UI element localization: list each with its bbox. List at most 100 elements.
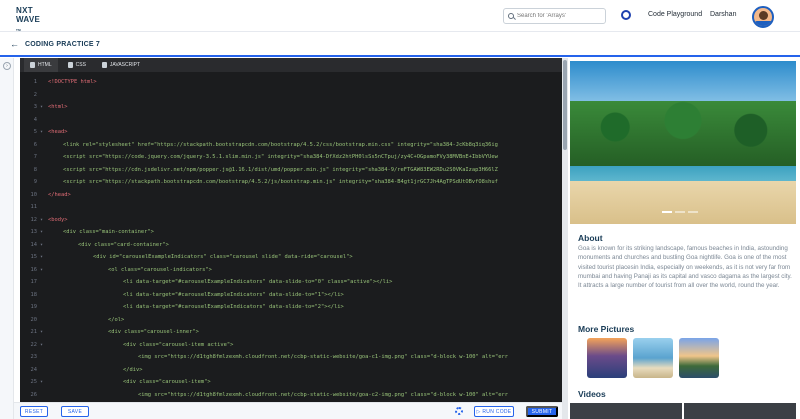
- code-line[interactable]: 19 <li data-target="#carouselExampleIndic…: [20, 301, 562, 314]
- code-text: <head>: [48, 129, 68, 136]
- fold-toggle-icon[interactable]: ▾: [40, 379, 48, 385]
- avatar-badge-icon: [755, 21, 772, 26]
- video-thumbnail[interactable]: [684, 403, 796, 419]
- code-line[interactable]: 7 <script src="https://code.jquery.com/jq…: [20, 151, 562, 164]
- code-line[interactable]: 16 ▾ <ol class="carousel-indicators">: [20, 264, 562, 277]
- code-line[interactable]: 8 <script src="https://cdn.jsdelivr.net/n…: [20, 164, 562, 177]
- fold-toggle-icon[interactable]: ▾: [40, 329, 48, 335]
- line-number: 26: [30, 391, 38, 398]
- line-number: 11: [30, 204, 38, 211]
- tab-html[interactable]: HTML: [24, 58, 58, 72]
- line-number: 22: [30, 341, 38, 348]
- goa-carousel-image[interactable]: [570, 61, 796, 224]
- back-arrow-icon[interactable]: ←: [10, 39, 19, 49]
- code-line[interactable]: 21 ▾ <div class="carousel-inner">: [20, 326, 562, 339]
- fold-toggle-icon[interactable]: ▾: [40, 254, 48, 260]
- thumbnail-image: [587, 338, 627, 378]
- run-code-button[interactable]: ▷ RUN CODE: [474, 406, 514, 417]
- line-number: 13: [30, 229, 38, 236]
- carousel-beach: [570, 181, 796, 224]
- code-line[interactable]: 1 <!DOCTYPE html>: [20, 76, 562, 89]
- code-line[interactable]: 3 ▾ <html>: [20, 101, 562, 114]
- code-text: <li data-target="#carouselExampleIndicat…: [123, 291, 344, 298]
- scrollbar-thumb[interactable]: [563, 60, 567, 150]
- search-icon: [508, 13, 514, 19]
- code-text: <script src="https://stackpath.bootstrap…: [63, 179, 498, 186]
- editor-action-bar: RESET SAVE ▷ RUN CODE SUBMIT: [14, 402, 562, 419]
- code-line[interactable]: 18 <li data-target="#carouselExampleIndic…: [20, 289, 562, 302]
- videos-heading: Videos: [578, 389, 606, 399]
- fold-toggle-icon[interactable]: ▾: [40, 229, 48, 235]
- code-line[interactable]: 14 ▾ <div class="card-container">: [20, 239, 562, 252]
- code-editor[interactable]: HTML CSS JAVASCRIPT 1 <!DOCTYPE html> 2 3 ▾ <…: [20, 58, 562, 402]
- code-line[interactable]: 12 ▾ <body>: [20, 214, 562, 227]
- settings-gear-icon[interactable]: [455, 407, 463, 415]
- fold-toggle-icon[interactable]: ▾: [40, 242, 48, 248]
- code-line[interactable]: 5 ▾ <head>: [20, 126, 562, 139]
- code-line[interactable]: 15 ▾ <div id="carouselExampleIndicators" c…: [20, 251, 562, 264]
- expand-panel-icon[interactable]: ›: [3, 62, 11, 70]
- code-line[interactable]: 23 <img src="https://d1tgh8fmlzexmh.cloud…: [20, 351, 562, 364]
- thumbnail-image: [633, 338, 673, 378]
- tab-javascript[interactable]: JAVASCRIPT: [96, 58, 146, 72]
- timer-icon[interactable]: [621, 10, 631, 20]
- fold-toggle-icon[interactable]: ▾: [40, 217, 48, 223]
- run-code-label: RUN CODE: [482, 408, 512, 415]
- search-box[interactable]: [503, 8, 606, 24]
- save-button[interactable]: SAVE: [61, 406, 89, 417]
- fold-toggle-icon[interactable]: ▾: [40, 342, 48, 348]
- fold-toggle-icon[interactable]: ▾: [40, 104, 48, 110]
- code-line[interactable]: 24 </div>: [20, 364, 562, 377]
- code-line[interactable]: 25 ▾ <div class="carousel-item">: [20, 376, 562, 389]
- code-line[interactable]: 9 <script src="https://stackpath.bootstra…: [20, 176, 562, 189]
- code-lines[interactable]: 1 <!DOCTYPE html> 2 3 ▾ <html> 4 5 ▾ <head> 6 <link…: [20, 72, 562, 402]
- code-line[interactable]: 6 <link rel="stylesheet" href="https://st…: [20, 139, 562, 152]
- code-line[interactable]: 10 </head>: [20, 189, 562, 202]
- search-input[interactable]: [517, 13, 601, 19]
- code-text: <div class="carousel-item">: [123, 379, 211, 386]
- line-number: 23: [30, 354, 38, 361]
- fold-toggle-icon[interactable]: ▾: [40, 129, 48, 135]
- code-text: </ol>: [108, 316, 125, 323]
- nav-username[interactable]: Darshan: [710, 11, 736, 18]
- code-text: <div class="carousel-inner">: [108, 329, 199, 336]
- line-number: 10: [30, 191, 38, 198]
- code-line[interactable]: 26 <img src="https://d1tgh8fmlzexmh.cloud…: [20, 389, 562, 402]
- output-preview[interactable]: About Goa is known for its striking land…: [568, 58, 800, 419]
- about-paragraph: Goa is known for its striking landscape,…: [578, 245, 792, 290]
- code-text: <link rel="stylesheet" href="https://sta…: [63, 141, 498, 148]
- reset-button[interactable]: RESET: [20, 406, 48, 417]
- code-text: <img src="https://d1tgh8fmlzexmh.cloudfr…: [138, 391, 508, 398]
- nav-code-playground[interactable]: Code Playground: [648, 11, 702, 18]
- code-line[interactable]: 13 ▾ <div class="main-container">: [20, 226, 562, 239]
- code-line[interactable]: 17 <li data-target="#carouselExampleIndic…: [20, 276, 562, 289]
- line-number: 19: [30, 304, 38, 311]
- fold-toggle-icon[interactable]: ▾: [40, 267, 48, 273]
- line-number: 8: [33, 166, 37, 173]
- title-bar: ← CODING PRACTICE 7: [0, 33, 800, 57]
- code-line[interactable]: 4: [20, 114, 562, 127]
- carousel-indicator-3[interactable]: [688, 211, 698, 213]
- nxtwave-logo[interactable]: NXT WAVE TM: [16, 6, 52, 32]
- line-number: 25: [30, 379, 38, 386]
- code-line[interactable]: 2: [20, 89, 562, 102]
- code-line[interactable]: 20 </ol>: [20, 314, 562, 327]
- carousel-indicator-2[interactable]: [675, 211, 685, 213]
- avatar[interactable]: [752, 6, 774, 28]
- line-number: 7: [33, 154, 37, 161]
- line-number: 5: [33, 129, 37, 136]
- line-number: 9: [33, 179, 37, 186]
- code-text: <script src="https://code.jquery.com/jqu…: [63, 154, 498, 161]
- submit-button[interactable]: SUBMIT: [526, 406, 558, 417]
- code-text: <div class="card-container">: [78, 241, 169, 248]
- code-text: <img src="https://d1tgh8fmlzexmh.cloudfr…: [138, 354, 508, 361]
- code-text: <body>: [48, 216, 68, 223]
- tab-label: CSS: [75, 62, 86, 68]
- code-text: <!DOCTYPE html>: [48, 79, 97, 86]
- code-line[interactable]: 11: [20, 201, 562, 214]
- code-text: <div class="carousel-item active">: [123, 341, 234, 348]
- carousel-indicator-1[interactable]: [662, 211, 672, 213]
- tab-css[interactable]: CSS: [62, 58, 92, 72]
- video-thumbnail[interactable]: [570, 403, 682, 419]
- code-line[interactable]: 22 ▾ <div class="carousel-item active">: [20, 339, 562, 352]
